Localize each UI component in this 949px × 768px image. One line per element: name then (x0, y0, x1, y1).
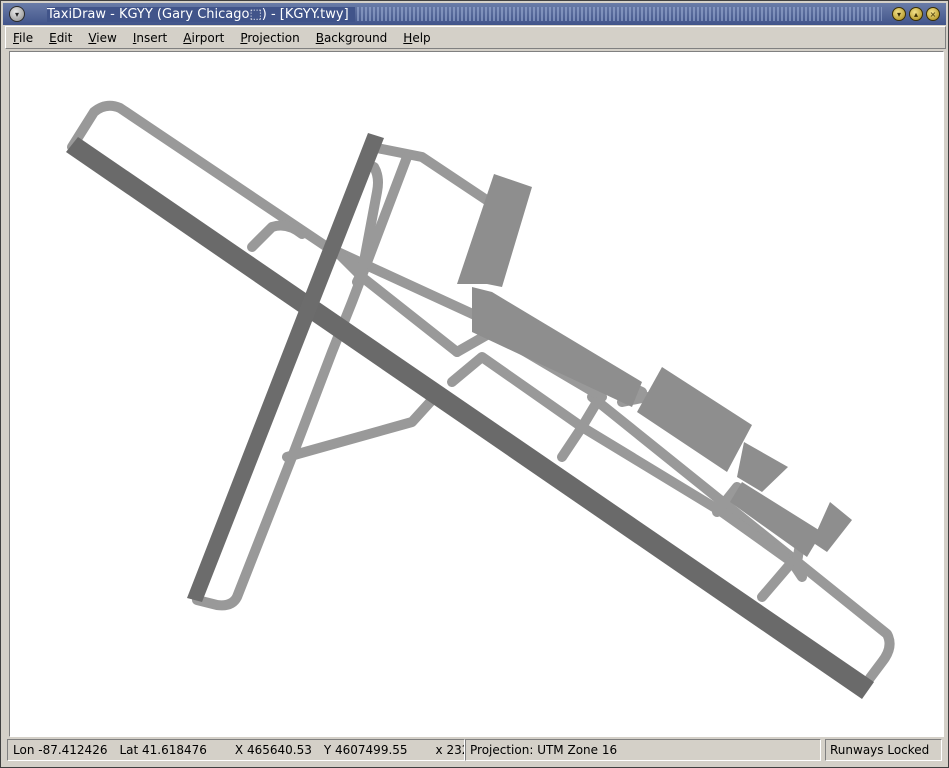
runway-main[interactable] (66, 137, 874, 699)
apron-east-3[interactable] (812, 502, 852, 552)
aprons (457, 174, 852, 557)
menu-view[interactable]: View (80, 31, 124, 45)
menu-bar: File Edit View Insert Airport Projection… (5, 26, 946, 49)
minimize-icon[interactable]: ▾ (892, 7, 906, 21)
close-icon[interactable]: × (926, 7, 940, 21)
status-x: X 465640.53 (234, 743, 312, 757)
taxiway-connector-west[interactable] (247, 220, 307, 252)
menu-projection[interactable]: Projection (232, 31, 307, 45)
title-bar[interactable]: ▾ TaxiDraw - KGYY (Gary Chicago⬚) - [KGY… (3, 3, 946, 25)
status-coordinates: Lon -87.412426 Lat 41.618476 X 465640.53… (7, 739, 465, 761)
window-menu-icon[interactable]: ▾ (9, 6, 25, 22)
menu-insert[interactable]: Insert (125, 31, 175, 45)
maximize-icon[interactable]: ▴ (909, 7, 923, 21)
airport-layout[interactable] (9, 51, 944, 737)
window-title: TaxiDraw - KGYY (Gary Chicago⬚) - [KGYY.… (47, 6, 355, 22)
status-bar: Lon -87.412426 Lat 41.618476 X 465640.53… (5, 739, 944, 763)
status-scale: x 2328.2 (435, 743, 464, 757)
status-lat: Lat 41.618476 (119, 743, 207, 757)
status-y: Y 4607499.55 (323, 743, 408, 757)
status-runway-lock: Runways Locked (825, 739, 942, 761)
apron-terminal[interactable] (637, 367, 752, 472)
runways (66, 133, 874, 699)
apron-strip[interactable] (472, 287, 642, 407)
runway-crossing[interactable] (187, 133, 384, 602)
airport-canvas[interactable] (9, 51, 944, 737)
taxiway-east-link[interactable] (757, 557, 807, 602)
menu-help[interactable]: Help (395, 31, 438, 45)
menu-file[interactable]: File (6, 31, 41, 45)
menu-edit[interactable]: Edit (41, 31, 80, 45)
app-window: ▾ TaxiDraw - KGYY (Gary Chicago⬚) - [KGY… (0, 0, 949, 768)
status-lon: Lon -87.412426 (13, 743, 108, 757)
status-projection: Projection: UTM Zone 16 (465, 739, 821, 761)
menu-airport[interactable]: Airport (175, 31, 232, 45)
title-grip (356, 7, 882, 21)
menu-background[interactable]: Background (308, 31, 396, 45)
